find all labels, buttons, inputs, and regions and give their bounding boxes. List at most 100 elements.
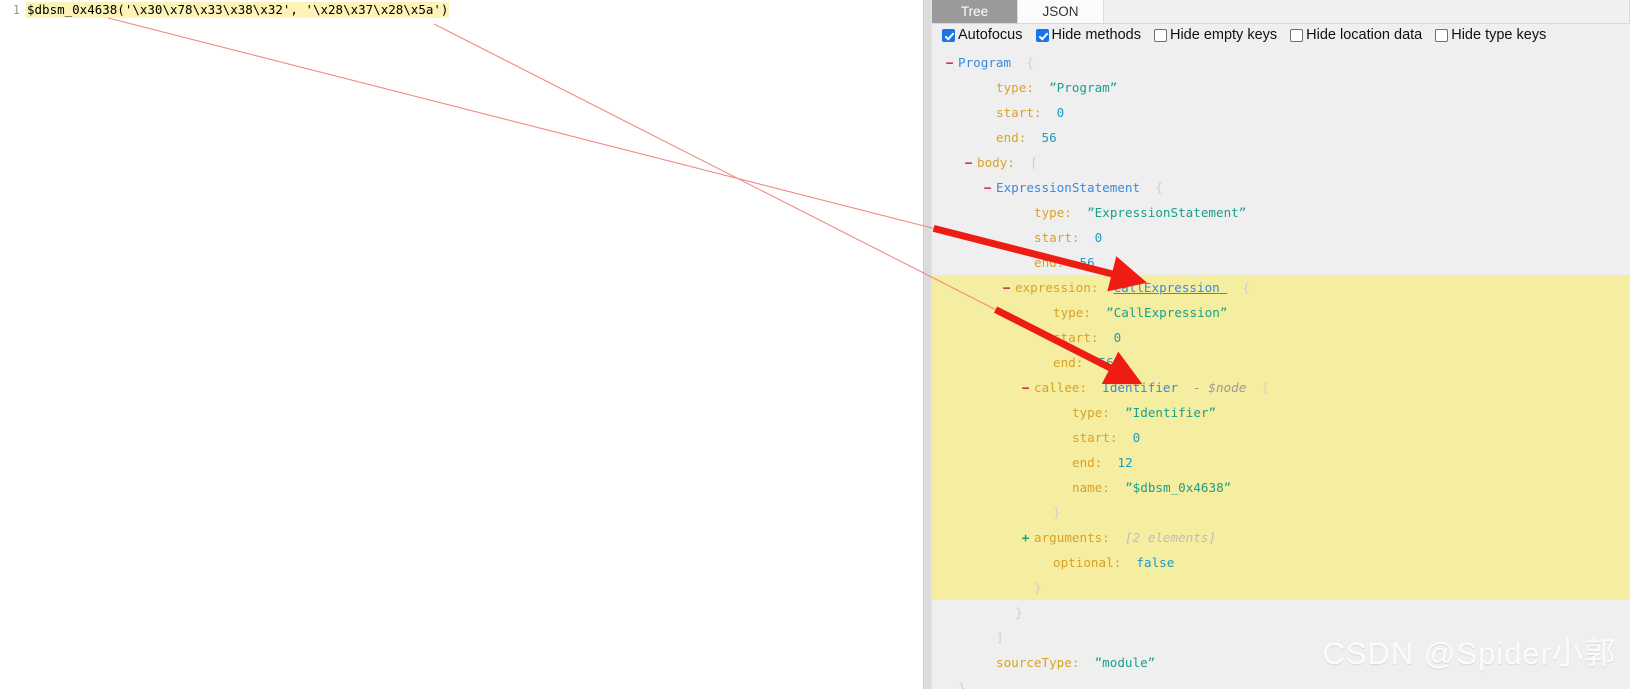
ast-tree-row[interactable]: optional: false bbox=[932, 550, 1630, 575]
option-label: Hide type keys bbox=[1451, 27, 1547, 43]
pane-divider-handle[interactable] bbox=[923, 0, 932, 689]
ast-close-brace: } bbox=[1053, 505, 1061, 520]
ast-tree-row[interactable]: type: ”Program” bbox=[932, 75, 1630, 100]
ast-tree-row[interactable]: − expression: CallExpression { bbox=[932, 275, 1630, 300]
checkbox-icon[interactable] bbox=[1153, 28, 1167, 42]
ast-tree-row[interactable]: start: 0 bbox=[932, 425, 1630, 450]
ast-tree-row[interactable]: end: 56 bbox=[932, 250, 1630, 275]
option-label: Autofocus bbox=[958, 27, 1023, 43]
ast-node-type-link[interactable]: CallExpression bbox=[1114, 280, 1228, 295]
toggle-spacer bbox=[1039, 500, 1050, 525]
ast-tree-row[interactable]: − body: [ bbox=[932, 150, 1630, 175]
code-line[interactable]: 1 $dbsm_0x4638('\x30\x78\x33\x38\x32', '… bbox=[0, 0, 923, 19]
tab-tree[interactable]: Tree bbox=[932, 0, 1018, 23]
ast-open-brace: { bbox=[1261, 380, 1270, 395]
collapse-toggle-icon[interactable]: − bbox=[963, 150, 974, 175]
ast-tree-row[interactable]: + arguments: [2 elements] bbox=[932, 525, 1630, 550]
ast-tree-row[interactable]: type: ”ExpressionStatement” bbox=[932, 200, 1630, 225]
ast-node-alias: - $node bbox=[1193, 380, 1247, 395]
ast-tree-row[interactable]: type: ”Identifier” bbox=[932, 400, 1630, 425]
ast-tree-row[interactable]: end: 12 bbox=[932, 450, 1630, 475]
toggle-spacer bbox=[1020, 200, 1031, 225]
ast-key: type: bbox=[1053, 305, 1091, 320]
ast-key: expression: bbox=[1015, 280, 1099, 295]
ast-key: type: bbox=[996, 80, 1034, 95]
toggle-spacer bbox=[1039, 300, 1050, 325]
ast-tree-row[interactable]: start: 0 bbox=[932, 100, 1630, 125]
ast-tree-row[interactable]: } bbox=[932, 500, 1630, 525]
checkbox-icon[interactable] bbox=[1435, 28, 1449, 42]
ast-node-type-link[interactable]: ExpressionStatement bbox=[996, 180, 1140, 195]
option-label: Hide location data bbox=[1306, 27, 1423, 43]
ast-output-pane: Tree JSON Autofocus Hide methods Hide em… bbox=[932, 0, 1630, 689]
ast-close-brace: ] bbox=[996, 630, 1004, 645]
ast-key: body: bbox=[977, 155, 1015, 170]
ast-tree-row[interactable]: } bbox=[932, 600, 1630, 625]
option-hide-empty-keys[interactable]: Hide empty keys bbox=[1153, 27, 1277, 43]
tab-json[interactable]: JSON bbox=[1018, 0, 1104, 23]
toggle-spacer bbox=[1039, 325, 1050, 350]
ast-tree-row[interactable]: } bbox=[932, 675, 1630, 689]
ast-tree-row[interactable]: − Program { bbox=[932, 50, 1630, 75]
expand-toggle-icon[interactable]: + bbox=[1020, 525, 1031, 550]
ast-open-brace: { bbox=[1242, 280, 1251, 295]
ast-tree-row[interactable]: − callee: Identifier - $node { bbox=[932, 375, 1630, 400]
ast-key: start: bbox=[1053, 330, 1099, 345]
tabbar-filler bbox=[1104, 0, 1630, 23]
ast-number-value: 0 bbox=[1113, 330, 1122, 345]
ast-string-value: ”$dbsm_0x4638” bbox=[1125, 480, 1232, 495]
ast-tree-row[interactable]: end: 56 bbox=[932, 125, 1630, 150]
ast-tree: − Program { type: ”Program” start: 0 end:… bbox=[932, 46, 1630, 689]
collapse-toggle-icon[interactable]: − bbox=[1020, 375, 1031, 400]
ast-number-value: 56 bbox=[1079, 255, 1095, 270]
toggle-spacer bbox=[1058, 475, 1069, 500]
ast-tree-row[interactable]: − ExpressionStatement { bbox=[932, 175, 1630, 200]
ast-open-brace: { bbox=[1155, 180, 1163, 195]
output-tabbar: Tree JSON bbox=[932, 0, 1630, 24]
toggle-spacer bbox=[1058, 425, 1069, 450]
option-hide-location-data[interactable]: Hide location data bbox=[1290, 27, 1422, 43]
ast-tree-row[interactable]: } bbox=[932, 575, 1630, 600]
toggle-spacer bbox=[1058, 450, 1069, 475]
toggle-spacer bbox=[982, 650, 993, 675]
ast-tree-row[interactable]: type: ”CallExpression” bbox=[932, 300, 1630, 325]
code-editor-pane[interactable]: 1 $dbsm_0x4638('\x30\x78\x33\x38\x32', '… bbox=[0, 0, 923, 689]
collapse-toggle-icon[interactable]: − bbox=[944, 50, 955, 75]
checkbox-icon[interactable] bbox=[1290, 28, 1304, 42]
option-hide-methods[interactable]: Hide methods bbox=[1035, 27, 1141, 43]
ast-node-type-link[interactable]: Identifier bbox=[1102, 380, 1178, 395]
collapse-toggle-icon[interactable]: − bbox=[1001, 275, 1012, 300]
option-hide-type-keys[interactable]: Hide type keys bbox=[1435, 27, 1546, 43]
toggle-spacer bbox=[1039, 550, 1050, 575]
ast-tree-row[interactable]: start: 0 bbox=[932, 325, 1630, 350]
ast-tree-row[interactable]: name: ”$dbsm_0x4638” bbox=[932, 475, 1630, 500]
ast-open-brace: [ bbox=[1030, 155, 1038, 170]
ast-collapsed-summary: [2 elements] bbox=[1125, 530, 1216, 545]
toggle-spacer bbox=[982, 75, 993, 100]
ast-tree-row[interactable]: start: 0 bbox=[932, 225, 1630, 250]
ast-close-brace: } bbox=[1034, 580, 1042, 595]
collapse-toggle-icon[interactable]: − bbox=[982, 175, 993, 200]
ast-node-type-link[interactable]: Program bbox=[958, 55, 1011, 70]
ast-tree-row[interactable]: end: 56 bbox=[932, 350, 1630, 375]
checkbox-icon[interactable] bbox=[942, 28, 955, 42]
ast-number-value: 12 bbox=[1117, 455, 1133, 470]
ast-number-value: 56 bbox=[1041, 130, 1057, 145]
option-autofocus[interactable]: Autofocus bbox=[942, 27, 1023, 43]
ast-close-brace: } bbox=[1015, 605, 1023, 620]
checkbox-icon[interactable] bbox=[1035, 28, 1049, 42]
code-text[interactable]: $dbsm_0x4638('\x30\x78\x33\x38\x32', '\x… bbox=[26, 2, 450, 18]
ast-key: end: bbox=[1072, 455, 1103, 470]
toggle-spacer bbox=[1001, 600, 1012, 625]
